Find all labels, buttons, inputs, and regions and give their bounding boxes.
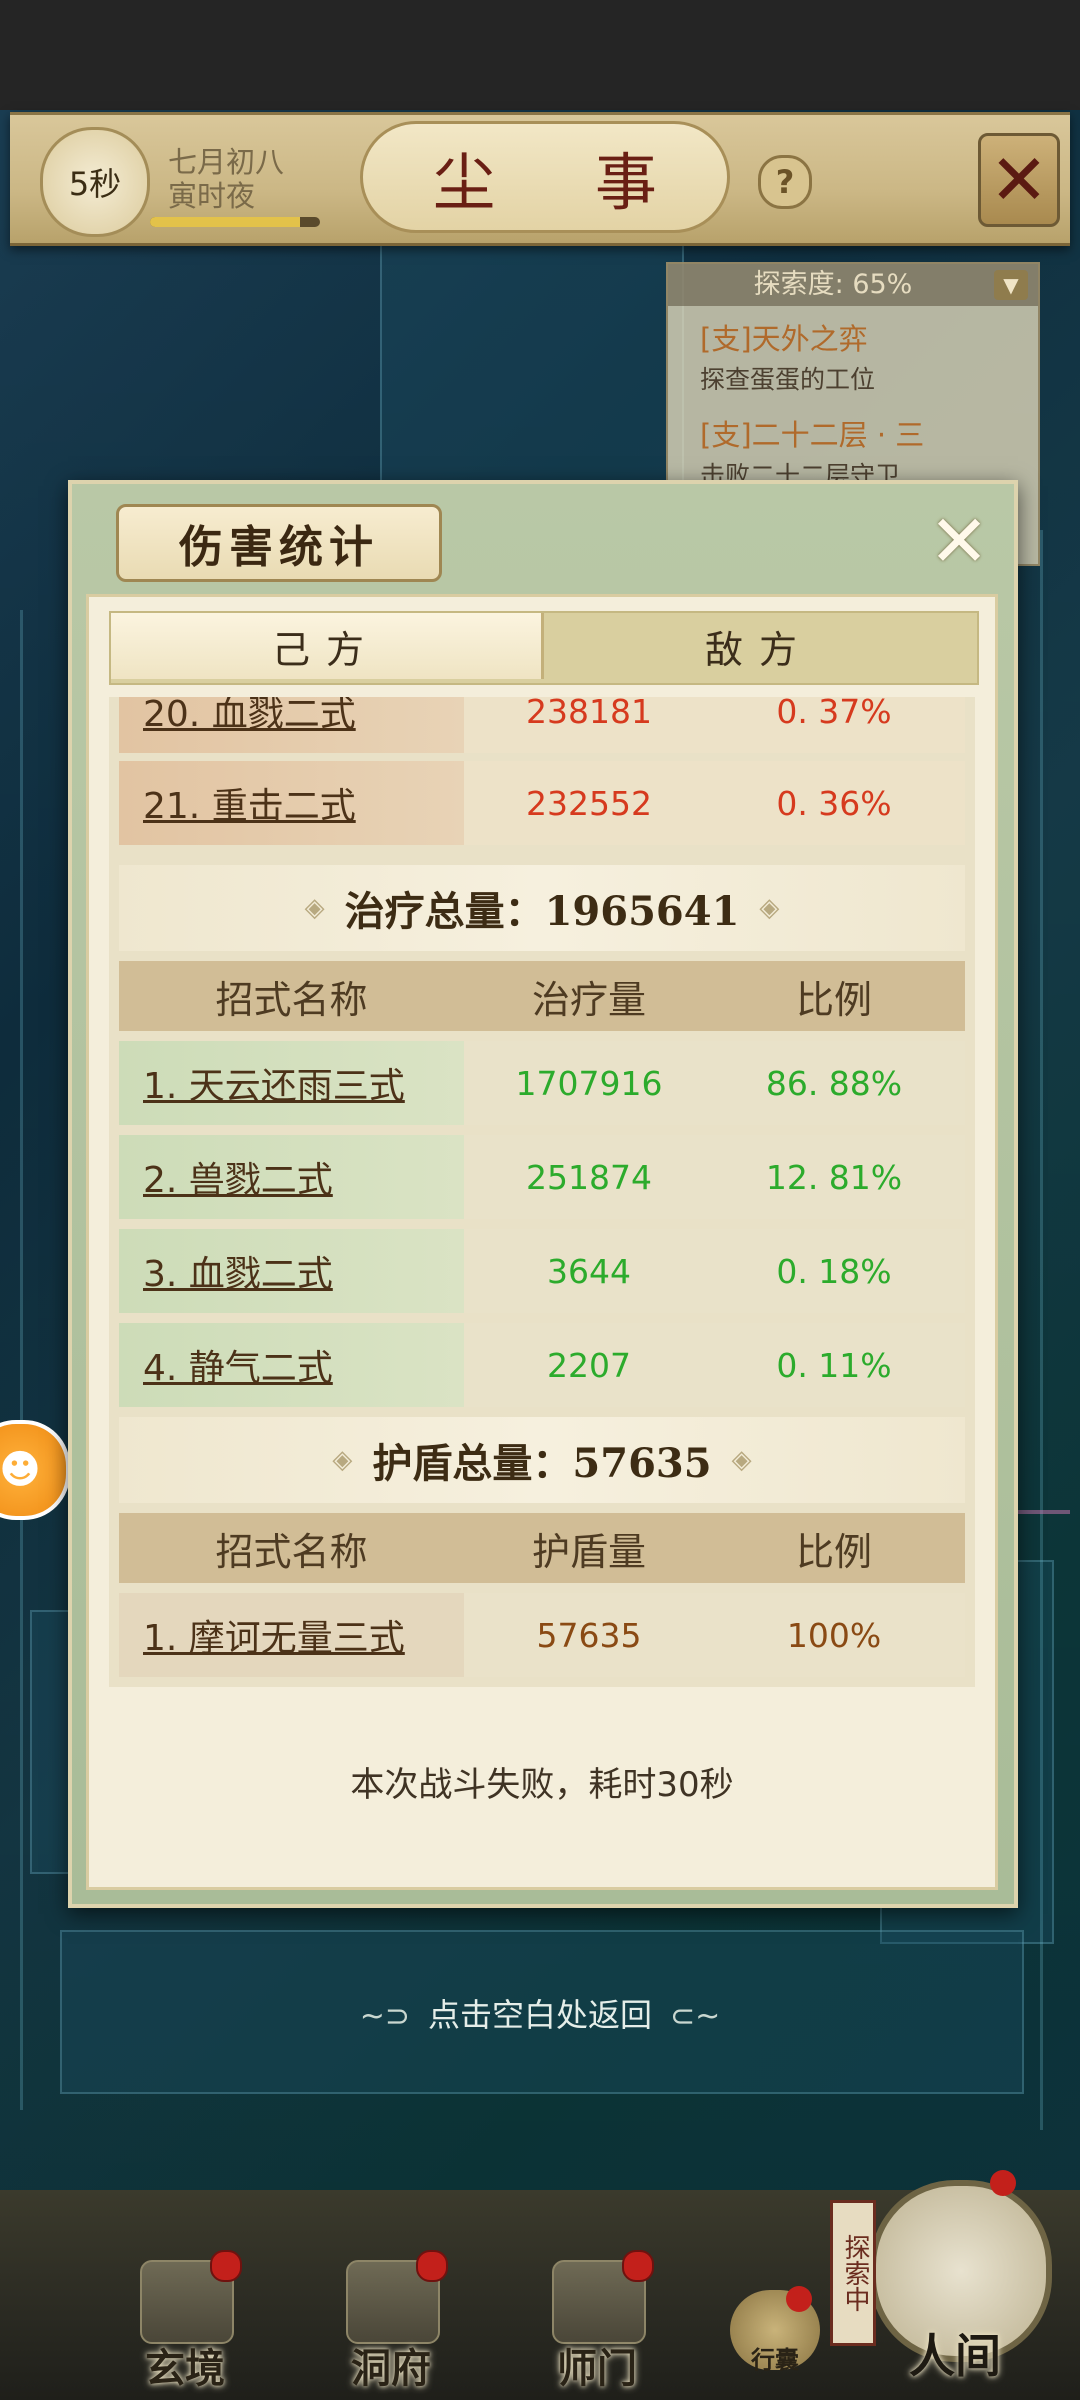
nav-dongfu[interactable]: 洞府 (316, 2250, 466, 2392)
shield-column-header: 招式名称 护盾量 比例 (119, 1513, 965, 1583)
skill-name[interactable]: 1. 天云还雨三式 (119, 1041, 464, 1125)
diamond-icon: ◈ (304, 893, 325, 923)
col-shield-amount: 护盾量 (531, 1529, 646, 1574)
nav-label: 人间 (909, 2329, 1001, 2383)
notification-dot (786, 2286, 812, 2312)
close-icon[interactable]: ✕ (924, 499, 994, 583)
time-period-text: 寅时夜 (168, 179, 256, 213)
scene-building (380, 230, 684, 494)
col-skill-name: 招式名称 (215, 1529, 368, 1574)
nav-label: 师门 (557, 2345, 637, 2392)
skill-name[interactable]: 20. 血戮二式 (119, 697, 464, 753)
table-row[interactable]: 1. 摩诃无量三式 57635 100% (119, 1593, 965, 1677)
nav-xuanjing[interactable]: 玄境 (110, 2250, 260, 2392)
table-row[interactable]: 4. 静气二式 2207 0. 11% (119, 1323, 965, 1407)
diamond-icon: ◈ (332, 1445, 353, 1475)
skill-name[interactable]: 1. 摩诃无量三式 (119, 1593, 464, 1677)
table-row[interactable]: 2. 兽戮二式 251874 12. 81% (119, 1135, 965, 1219)
skill-name[interactable]: 3. 血戮二式 (119, 1229, 464, 1313)
col-percent: 比例 (795, 977, 872, 1022)
heal-value: 3644 (547, 1251, 631, 1291)
heal-percent: 0. 18% (776, 1251, 892, 1291)
return-hint-text: 点击空白处返回 (427, 1996, 652, 2034)
heal-percent: 12. 81% (765, 1157, 903, 1197)
side-tabs: 己方 敌方 (109, 611, 979, 685)
tap-to-return-hint[interactable]: ~⊃ 点击空白处返回 ⊂~ (0, 1990, 1080, 2036)
col-skill-name: 招式名称 (215, 977, 368, 1022)
nav-bag[interactable]: 行囊 (720, 2286, 830, 2390)
dialog-body: 己方 敌方 20. 血戮二式 238181 0. 37% 21. 重击二式 23… (86, 594, 998, 1890)
nav-label: 玄境 (145, 2345, 225, 2392)
notification-dot (622, 2250, 654, 2282)
damage-value: 238181 (526, 697, 652, 731)
heal-total-text: 治疗总量：1965641 (344, 888, 740, 935)
time-progress-bar (150, 217, 320, 227)
swirl-icon: ~⊃ (359, 1999, 410, 2034)
explore-progress: 探索度: 65% (668, 264, 1038, 306)
col-percent: 比例 (795, 1529, 872, 1574)
heal-percent: 0. 11% (776, 1345, 892, 1385)
collapse-chevron-icon[interactable]: ▼ (994, 270, 1028, 300)
notification-dot (210, 2250, 242, 2282)
scene-title: 尘 事 (360, 121, 730, 233)
close-scene-button[interactable]: ✕ (978, 133, 1060, 227)
notification-dot (416, 2250, 448, 2282)
nav-shimen[interactable]: 师门 (522, 2250, 672, 2392)
table-row[interactable]: 1. 天云还雨三式 1707916 86. 88% (119, 1041, 965, 1125)
damage-percent: 0. 36% (776, 783, 892, 823)
col-heal-amount: 治疗量 (531, 977, 646, 1022)
battle-result-text: 本次战斗失败，耗时30秒 (350, 1765, 734, 1805)
swirl-icon: ⊂~ (670, 1999, 721, 2034)
heal-value: 2207 (547, 1345, 631, 1385)
dialog-title: 伤害统计 (116, 504, 442, 582)
top-header: 5秒 七月初八 寅时夜 尘 事 ? ✕ (10, 112, 1070, 246)
skill-name[interactable]: 2. 兽戮二式 (119, 1135, 464, 1219)
nav-label: 洞府 (351, 2345, 431, 2392)
heal-value: 1707916 (515, 1063, 663, 1103)
tab-own-side[interactable]: 己方 (111, 613, 544, 679)
bag-label: 行囊 (751, 2345, 799, 2374)
stats-scroll-list[interactable]: 20. 血戮二式 238181 0. 37% 21. 重击二式 232552 0… (109, 697, 975, 1687)
timer-badge: 5秒 (40, 127, 150, 237)
damage-percent: 0. 37% (776, 697, 892, 731)
diamond-icon: ◈ (731, 1445, 752, 1475)
notification-dot (990, 2170, 1016, 2196)
quest-title[interactable]: [支]天外之弈 (700, 316, 868, 358)
help-icon[interactable]: ? (758, 155, 812, 209)
shield-total-heading: ◈ 护盾总量：57635 ◈ (119, 1417, 965, 1503)
shield-value: 57635 (536, 1615, 642, 1655)
damage-value: 232552 (526, 783, 652, 823)
quest-title[interactable]: [支]二十二层 · 三 (700, 412, 924, 454)
table-row[interactable]: 20. 血戮二式 238181 0. 37% (119, 697, 965, 753)
heal-total-heading: ◈ 治疗总量：1965641 ◈ (119, 865, 965, 951)
diamond-icon: ◈ (759, 893, 780, 923)
heal-value: 251874 (526, 1157, 652, 1197)
skill-name[interactable]: 4. 静气二式 (119, 1323, 464, 1407)
quest-desc: 探查蛋蛋的工位 (700, 365, 876, 394)
damage-stats-dialog: 伤害统计 ✕ 己方 敌方 20. 血戮二式 238181 0. 37% 21. … (68, 480, 1018, 1908)
status-area (0, 0, 1080, 110)
table-row[interactable]: 21. 重击二式 232552 0. 36% (119, 761, 965, 845)
tab-enemy-side[interactable]: 敌方 (541, 613, 977, 679)
shield-percent: 100% (786, 1615, 882, 1655)
skill-name[interactable]: 21. 重击二式 (119, 761, 464, 845)
shield-total-text: 护盾总量：57635 (372, 1440, 712, 1487)
heal-column-header: 招式名称 治疗量 比例 (119, 961, 965, 1031)
heal-percent: 86. 88% (765, 1063, 903, 1103)
table-row[interactable]: 3. 血戮二式 3644 0. 18% (119, 1229, 965, 1313)
nav-renjian[interactable]: 探索中 人间 (830, 2170, 1060, 2390)
